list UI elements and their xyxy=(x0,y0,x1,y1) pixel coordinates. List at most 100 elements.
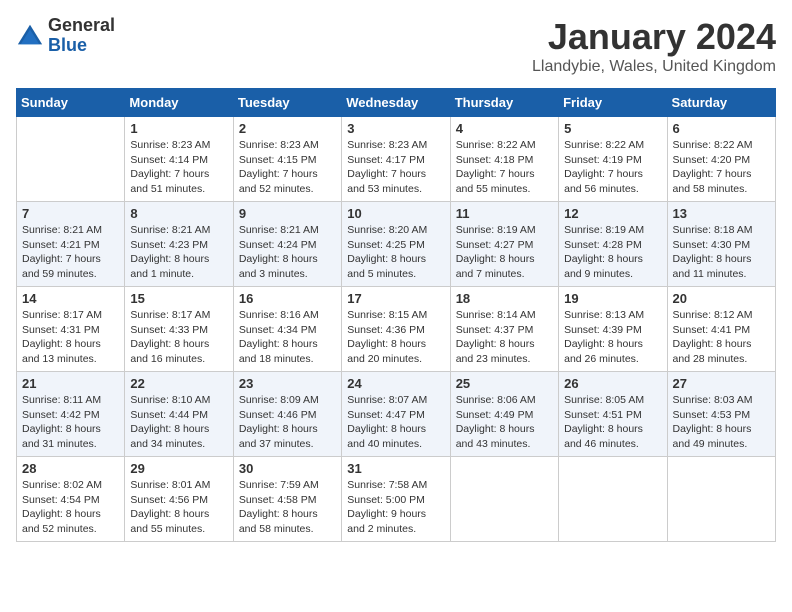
weekday-header: Sunday xyxy=(17,89,125,117)
day-number: 28 xyxy=(22,461,119,476)
cell-content: Sunrise: 8:23 AMSunset: 4:15 PMDaylight:… xyxy=(239,139,319,195)
calendar-cell: 19 Sunrise: 8:13 AMSunset: 4:39 PMDaylig… xyxy=(559,287,667,372)
cell-content: Sunrise: 8:23 AMSunset: 4:17 PMDaylight:… xyxy=(347,139,427,195)
calendar-cell: 18 Sunrise: 8:14 AMSunset: 4:37 PMDaylig… xyxy=(450,287,558,372)
logo-line1: General xyxy=(48,16,115,36)
day-number: 24 xyxy=(347,376,444,391)
day-number: 5 xyxy=(564,121,661,136)
calendar-cell: 13 Sunrise: 8:18 AMSunset: 4:30 PMDaylig… xyxy=(667,202,775,287)
day-number: 22 xyxy=(130,376,227,391)
calendar-cell: 17 Sunrise: 8:15 AMSunset: 4:36 PMDaylig… xyxy=(342,287,450,372)
location: Llandybie, Wales, United Kingdom xyxy=(532,58,776,76)
day-number: 27 xyxy=(673,376,770,391)
calendar-week-row: 14 Sunrise: 8:17 AMSunset: 4:31 PMDaylig… xyxy=(17,287,776,372)
cell-content: Sunrise: 8:22 AMSunset: 4:20 PMDaylight:… xyxy=(673,139,753,195)
day-number: 1 xyxy=(130,121,227,136)
day-number: 18 xyxy=(456,291,553,306)
cell-content: Sunrise: 8:19 AMSunset: 4:28 PMDaylight:… xyxy=(564,224,644,280)
day-number: 19 xyxy=(564,291,661,306)
calendar-cell: 10 Sunrise: 8:20 AMSunset: 4:25 PMDaylig… xyxy=(342,202,450,287)
weekday-header: Thursday xyxy=(450,89,558,117)
calendar-cell: 30 Sunrise: 7:59 AMSunset: 4:58 PMDaylig… xyxy=(233,457,341,542)
day-number: 4 xyxy=(456,121,553,136)
cell-content: Sunrise: 8:21 AMSunset: 4:23 PMDaylight:… xyxy=(130,224,210,280)
weekday-header: Saturday xyxy=(667,89,775,117)
day-number: 14 xyxy=(22,291,119,306)
day-number: 29 xyxy=(130,461,227,476)
logo-text: General Blue xyxy=(48,16,115,56)
calendar-cell: 22 Sunrise: 8:10 AMSunset: 4:44 PMDaylig… xyxy=(125,372,233,457)
calendar-cell xyxy=(667,457,775,542)
calendar-cell xyxy=(559,457,667,542)
header: General Blue January 2024 Llandybie, Wal… xyxy=(16,16,776,76)
cell-content: Sunrise: 8:20 AMSunset: 4:25 PMDaylight:… xyxy=(347,224,427,280)
calendar-cell: 5 Sunrise: 8:22 AMSunset: 4:19 PMDayligh… xyxy=(559,117,667,202)
weekday-header: Monday xyxy=(125,89,233,117)
cell-content: Sunrise: 8:15 AMSunset: 4:36 PMDaylight:… xyxy=(347,309,427,365)
calendar-cell: 12 Sunrise: 8:19 AMSunset: 4:28 PMDaylig… xyxy=(559,202,667,287)
cell-content: Sunrise: 8:07 AMSunset: 4:47 PMDaylight:… xyxy=(347,394,427,450)
cell-content: Sunrise: 8:09 AMSunset: 4:46 PMDaylight:… xyxy=(239,394,319,450)
day-number: 2 xyxy=(239,121,336,136)
day-number: 3 xyxy=(347,121,444,136)
cell-content: Sunrise: 8:19 AMSunset: 4:27 PMDaylight:… xyxy=(456,224,536,280)
calendar-cell: 14 Sunrise: 8:17 AMSunset: 4:31 PMDaylig… xyxy=(17,287,125,372)
cell-content: Sunrise: 8:11 AMSunset: 4:42 PMDaylight:… xyxy=(22,394,101,450)
day-number: 15 xyxy=(130,291,227,306)
calendar-cell: 31 Sunrise: 7:58 AMSunset: 5:00 PMDaylig… xyxy=(342,457,450,542)
cell-content: Sunrise: 8:17 AMSunset: 4:31 PMDaylight:… xyxy=(22,309,102,365)
calendar-cell xyxy=(17,117,125,202)
calendar-cell: 7 Sunrise: 8:21 AMSunset: 4:21 PMDayligh… xyxy=(17,202,125,287)
calendar-cell: 16 Sunrise: 8:16 AMSunset: 4:34 PMDaylig… xyxy=(233,287,341,372)
logo: General Blue xyxy=(16,16,115,56)
calendar-cell: 25 Sunrise: 8:06 AMSunset: 4:49 PMDaylig… xyxy=(450,372,558,457)
weekday-header: Tuesday xyxy=(233,89,341,117)
day-number: 10 xyxy=(347,206,444,221)
day-number: 25 xyxy=(456,376,553,391)
cell-content: Sunrise: 8:05 AMSunset: 4:51 PMDaylight:… xyxy=(564,394,644,450)
day-number: 11 xyxy=(456,206,553,221)
calendar-cell: 2 Sunrise: 8:23 AMSunset: 4:15 PMDayligh… xyxy=(233,117,341,202)
calendar-cell: 4 Sunrise: 8:22 AMSunset: 4:18 PMDayligh… xyxy=(450,117,558,202)
calendar-cell: 26 Sunrise: 8:05 AMSunset: 4:51 PMDaylig… xyxy=(559,372,667,457)
calendar-cell: 8 Sunrise: 8:21 AMSunset: 4:23 PMDayligh… xyxy=(125,202,233,287)
cell-content: Sunrise: 8:14 AMSunset: 4:37 PMDaylight:… xyxy=(456,309,536,365)
cell-content: Sunrise: 8:16 AMSunset: 4:34 PMDaylight:… xyxy=(239,309,319,365)
day-number: 13 xyxy=(673,206,770,221)
calendar-week-row: 28 Sunrise: 8:02 AMSunset: 4:54 PMDaylig… xyxy=(17,457,776,542)
cell-content: Sunrise: 8:12 AMSunset: 4:41 PMDaylight:… xyxy=(673,309,753,365)
calendar-cell: 20 Sunrise: 8:12 AMSunset: 4:41 PMDaylig… xyxy=(667,287,775,372)
calendar-cell: 27 Sunrise: 8:03 AMSunset: 4:53 PMDaylig… xyxy=(667,372,775,457)
day-number: 31 xyxy=(347,461,444,476)
month-title: January 2024 xyxy=(532,16,776,58)
day-number: 30 xyxy=(239,461,336,476)
calendar-cell: 6 Sunrise: 8:22 AMSunset: 4:20 PMDayligh… xyxy=(667,117,775,202)
day-number: 8 xyxy=(130,206,227,221)
cell-content: Sunrise: 8:21 AMSunset: 4:21 PMDaylight:… xyxy=(22,224,102,280)
cell-content: Sunrise: 7:59 AMSunset: 4:58 PMDaylight:… xyxy=(239,479,319,535)
calendar-cell: 9 Sunrise: 8:21 AMSunset: 4:24 PMDayligh… xyxy=(233,202,341,287)
calendar-cell: 23 Sunrise: 8:09 AMSunset: 4:46 PMDaylig… xyxy=(233,372,341,457)
calendar-cell: 11 Sunrise: 8:19 AMSunset: 4:27 PMDaylig… xyxy=(450,202,558,287)
cell-content: Sunrise: 8:06 AMSunset: 4:49 PMDaylight:… xyxy=(456,394,536,450)
cell-content: Sunrise: 8:02 AMSunset: 4:54 PMDaylight:… xyxy=(22,479,102,535)
logo-icon xyxy=(16,22,44,50)
cell-content: Sunrise: 8:22 AMSunset: 4:18 PMDaylight:… xyxy=(456,139,536,195)
calendar-table: SundayMondayTuesdayWednesdayThursdayFrid… xyxy=(16,88,776,542)
day-number: 12 xyxy=(564,206,661,221)
cell-content: Sunrise: 8:10 AMSunset: 4:44 PMDaylight:… xyxy=(130,394,210,450)
day-number: 23 xyxy=(239,376,336,391)
calendar-cell xyxy=(450,457,558,542)
title-area: January 2024 Llandybie, Wales, United Ki… xyxy=(532,16,776,76)
day-number: 17 xyxy=(347,291,444,306)
cell-content: Sunrise: 8:17 AMSunset: 4:33 PMDaylight:… xyxy=(130,309,210,365)
calendar-cell: 24 Sunrise: 8:07 AMSunset: 4:47 PMDaylig… xyxy=(342,372,450,457)
day-number: 16 xyxy=(239,291,336,306)
calendar-week-row: 21 Sunrise: 8:11 AMSunset: 4:42 PMDaylig… xyxy=(17,372,776,457)
calendar-header-row: SundayMondayTuesdayWednesdayThursdayFrid… xyxy=(17,89,776,117)
calendar-cell: 28 Sunrise: 8:02 AMSunset: 4:54 PMDaylig… xyxy=(17,457,125,542)
cell-content: Sunrise: 8:21 AMSunset: 4:24 PMDaylight:… xyxy=(239,224,319,280)
cell-content: Sunrise: 8:18 AMSunset: 4:30 PMDaylight:… xyxy=(673,224,753,280)
day-number: 21 xyxy=(22,376,119,391)
calendar-cell: 3 Sunrise: 8:23 AMSunset: 4:17 PMDayligh… xyxy=(342,117,450,202)
